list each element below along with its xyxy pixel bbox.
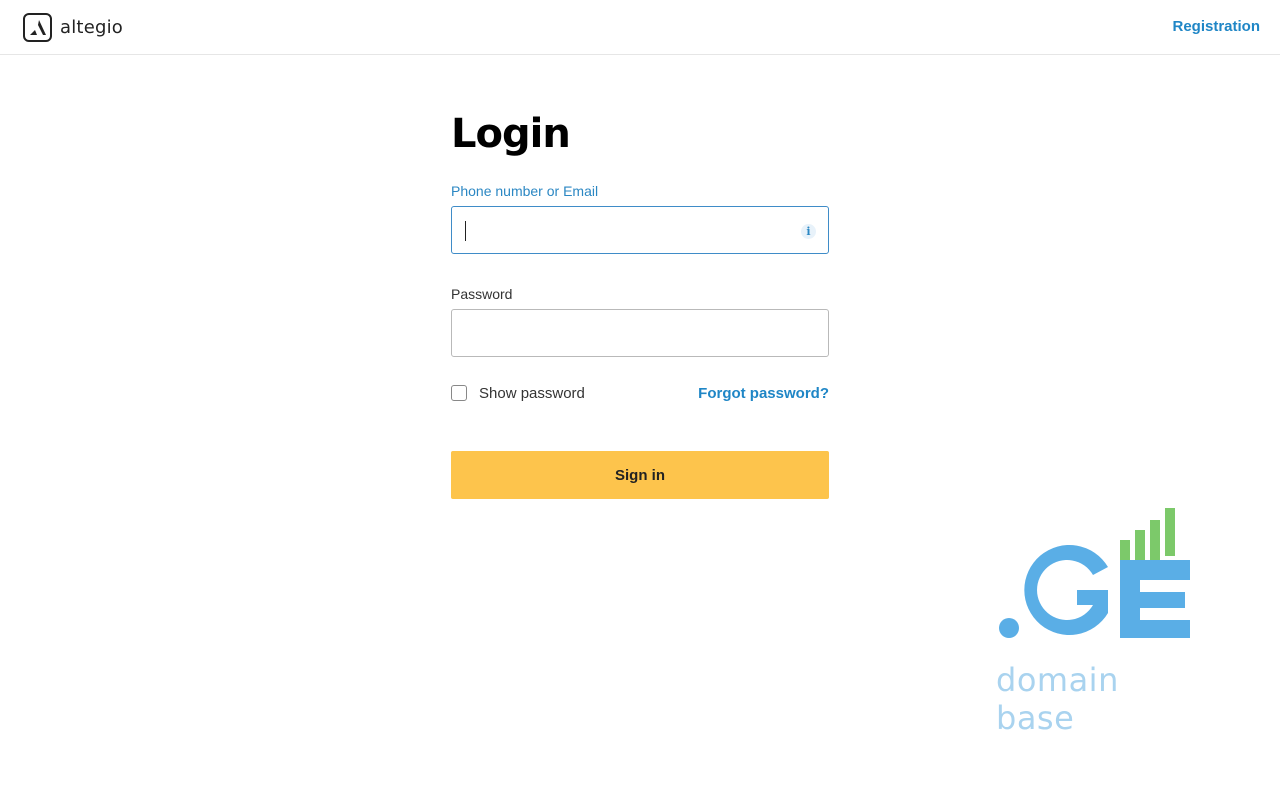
login-form: Login Phone number or Email i Password S… — [451, 110, 829, 499]
show-password-control[interactable]: Show password — [451, 385, 585, 402]
form-options-row: Show password Forgot password? — [451, 383, 829, 403]
domain-base-watermark: domain base — [990, 505, 1200, 737]
altegio-logo-icon — [23, 12, 52, 42]
show-password-label[interactable]: Show password — [479, 385, 585, 402]
password-field-wrapper — [451, 309, 829, 357]
watermark-logo-graphic — [999, 508, 1190, 638]
sign-in-button[interactable]: Sign in — [451, 451, 829, 499]
text-caret — [465, 221, 466, 241]
registration-link[interactable]: Registration — [1172, 18, 1260, 35]
brand-name: altegio — [60, 16, 124, 38]
watermark-caption: domain base — [996, 661, 1119, 737]
info-icon[interactable]: i — [801, 224, 816, 239]
password-input[interactable] — [452, 310, 828, 356]
login-field-label: Phone number or Email — [451, 183, 599, 199]
login-input[interactable] — [452, 207, 828, 253]
show-password-checkbox[interactable] — [451, 385, 467, 401]
top-header: altegio Registration — [0, 0, 1280, 55]
forgot-password-link[interactable]: Forgot password? — [698, 385, 829, 402]
page-title: Login — [451, 111, 571, 157]
brand-logo[interactable]: altegio — [23, 12, 123, 42]
login-field-wrapper: i — [451, 206, 829, 254]
password-field-label: Password — [451, 286, 513, 302]
